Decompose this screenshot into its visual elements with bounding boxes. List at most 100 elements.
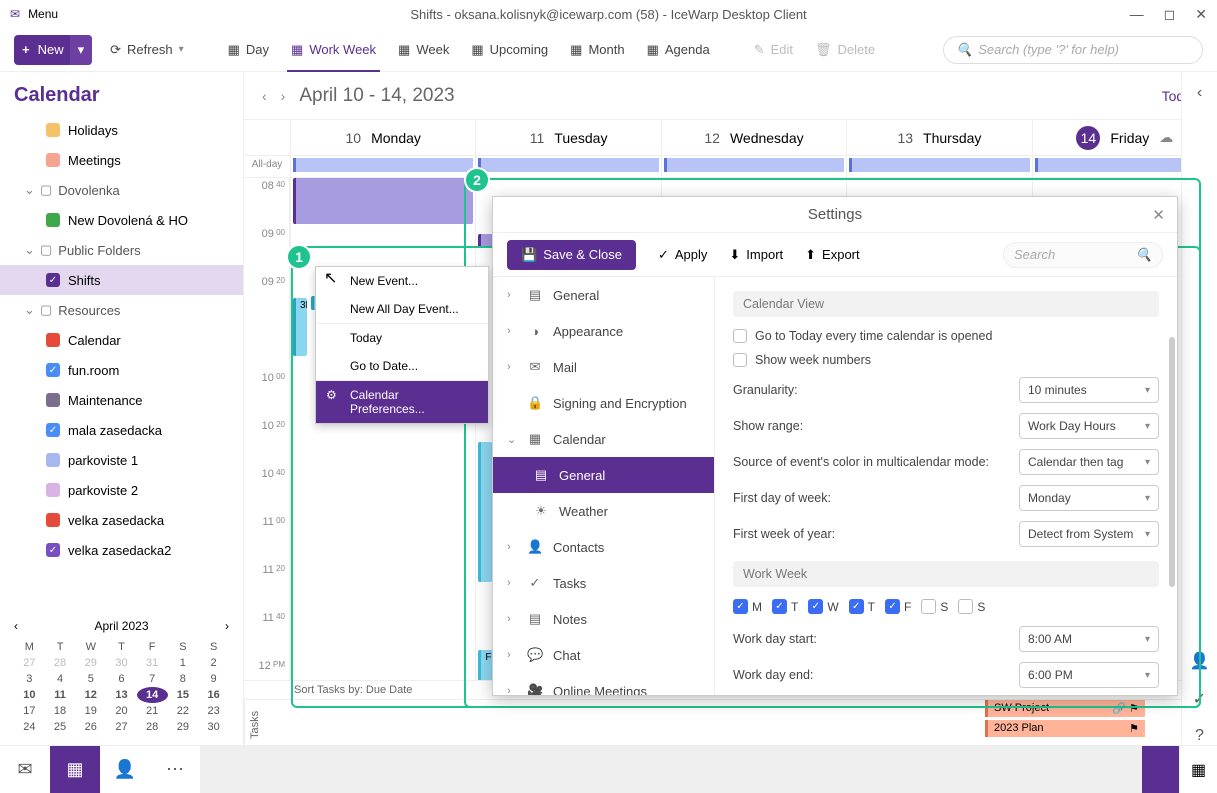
export-button[interactable]: ⬆Export: [805, 247, 859, 263]
menu-button[interactable]: Menu: [28, 7, 58, 21]
snav-mail[interactable]: ›✉Mail: [493, 349, 714, 385]
day-f[interactable]: ✓F: [885, 599, 911, 614]
nav-contacts[interactable]: 👤: [100, 746, 150, 793]
select-work-end[interactable]: 6:00 PM▾: [1019, 662, 1159, 688]
save-close-button[interactable]: 💾Save & Close: [507, 240, 636, 270]
event-block[interactable]: 3D: [293, 298, 307, 356]
sidebar-item-park2[interactable]: parkoviste 2: [0, 475, 243, 505]
select-first-woy[interactable]: Detect from System▾: [1019, 521, 1159, 547]
snav-cal-general[interactable]: ▤General: [493, 457, 714, 493]
settings-close[interactable]: ✕: [1152, 206, 1165, 224]
day-header-mon[interactable]: 10Monday: [290, 120, 475, 155]
snav-appearance[interactable]: ›◑Appearance: [493, 313, 714, 349]
view-day[interactable]: ▦Day: [224, 36, 273, 64]
ctx-new-allday[interactable]: New All Day Event...: [316, 295, 488, 323]
sidebar-item-mala[interactable]: ✓mala zasedacka: [0, 415, 243, 445]
close-button[interactable]: ✕: [1195, 6, 1207, 23]
sidebar-item-holidays[interactable]: Holidays: [0, 115, 243, 145]
select-first-dow[interactable]: Monday▾: [1019, 485, 1159, 511]
opt-show-week-numbers[interactable]: Show week numbers: [733, 353, 1159, 367]
day-header-tue[interactable]: 11Tuesday: [475, 120, 660, 155]
day-w[interactable]: ✓W: [808, 599, 838, 614]
select-granularity[interactable]: 10 minutes▾: [1019, 377, 1159, 403]
scrollbar[interactable]: [1169, 337, 1175, 587]
nav-mail[interactable]: ✉: [0, 746, 50, 793]
minimize-button[interactable]: ―: [1130, 6, 1144, 23]
snav-online[interactable]: ›🎥Online Meetings: [493, 673, 714, 695]
day-header-wed[interactable]: 12Wednesday: [661, 120, 846, 155]
apply-button[interactable]: ✓Apply: [658, 247, 707, 263]
next-week[interactable]: ›: [281, 88, 286, 104]
sidebar-item-shifts[interactable]: ✓Shifts: [0, 265, 243, 295]
day-s[interactable]: S: [921, 599, 948, 614]
sidebar-folder-dovolenka[interactable]: ⌄▢Dovolenka: [0, 175, 243, 205]
next-month[interactable]: ›: [225, 619, 229, 633]
snav-weather[interactable]: ☀Weather: [493, 493, 714, 529]
allday-event[interactable]: [293, 158, 473, 172]
prev-month[interactable]: ‹: [14, 619, 18, 633]
ctx-today[interactable]: Today: [316, 324, 488, 352]
collapse-right-icon[interactable]: ‹: [1197, 84, 1202, 102]
allday-event[interactable]: [664, 158, 844, 172]
sidebar-folder-public[interactable]: ⌄▢Public Folders: [0, 235, 243, 265]
task-2023-plan[interactable]: 2023 Plan⚑: [985, 720, 1145, 737]
search-input[interactable]: 🔍 Search (type '?' for help): [943, 36, 1203, 64]
ctx-goto-date[interactable]: Go to Date...: [316, 352, 488, 380]
check-icon[interactable]: ✓: [1193, 689, 1206, 709]
opt-goto-today[interactable]: Go to Today every time calendar is opene…: [733, 329, 1159, 343]
allday-event[interactable]: [849, 158, 1029, 172]
event-block[interactable]: [293, 178, 473, 224]
view-work-week[interactable]: ▦Work Week: [287, 36, 380, 72]
sidebar-item-new-dovolena[interactable]: New Dovolená & HO: [0, 205, 243, 235]
maximize-button[interactable]: ◻: [1164, 6, 1176, 23]
new-button[interactable]: + New ▾: [14, 35, 92, 65]
select-show-range[interactable]: Work Day Hours▾: [1019, 413, 1159, 439]
prev-week[interactable]: ‹: [262, 88, 267, 104]
view-week[interactable]: ▦Week: [394, 36, 453, 64]
import-button[interactable]: ⬇Import: [729, 247, 783, 263]
nav-more[interactable]: ⋯: [150, 746, 200, 793]
sidebar-item-park1[interactable]: parkoviste 1: [0, 445, 243, 475]
select-work-start[interactable]: 8:00 AM▾: [1019, 626, 1159, 652]
edit-button[interactable]: ✎Edit: [750, 36, 797, 64]
snav-tasks[interactable]: ›✓Tasks: [493, 565, 714, 601]
sidebar-folder-resources[interactable]: ⌄▢Resources: [0, 295, 243, 325]
day-t[interactable]: ✓T: [772, 599, 798, 614]
new-dropdown[interactable]: ▾: [70, 35, 93, 65]
snav-contacts[interactable]: ›👤Contacts: [493, 529, 714, 565]
sidebar-item-velka[interactable]: velka zasedacka: [0, 505, 243, 535]
sidebar-item-calendar[interactable]: Calendar: [0, 325, 243, 355]
snav-general[interactable]: ›▤General: [493, 277, 714, 313]
task-sw-project[interactable]: SW Project🔗 ⚑: [985, 700, 1145, 717]
nav-right-panel[interactable]: [1141, 746, 1179, 793]
allday-event[interactable]: [478, 158, 658, 172]
sidebar-item-maintenance[interactable]: Maintenance: [0, 385, 243, 415]
nav-calendar[interactable]: ▦: [50, 746, 100, 793]
sidebar-item-meetings[interactable]: Meetings: [0, 145, 243, 175]
people-icon[interactable]: 👤: [1190, 651, 1210, 671]
day-header-thu[interactable]: 13Thursday: [846, 120, 1031, 155]
settings-search[interactable]: Search🔍: [1003, 242, 1163, 268]
delete-button[interactable]: 🗑Delete: [811, 36, 879, 64]
ctx-calendar-preferences[interactable]: Calendar Preferences...: [316, 381, 488, 423]
day-col-mon[interactable]: 3D: [290, 178, 475, 680]
day-s2[interactable]: S: [958, 599, 985, 614]
select-color-source[interactable]: Calendar then tag▾: [1019, 449, 1159, 475]
day-m[interactable]: ✓M: [733, 599, 762, 614]
sidebar-item-funroom[interactable]: ✓fun.room: [0, 355, 243, 385]
snav-calendar[interactable]: ⌄▦Calendar: [493, 421, 714, 457]
view-month[interactable]: ▦Month: [566, 36, 628, 64]
refresh-button[interactable]: ⟳ Refresh ▾: [106, 36, 187, 64]
view-agenda[interactable]: ▦Agenda: [643, 36, 714, 64]
mini-calendar[interactable]: ‹April 2023› MTWTFSS 272829303112 345678…: [0, 609, 243, 745]
nav-mini-cal[interactable]: ▦: [1179, 746, 1217, 793]
day-t2[interactable]: ✓T: [849, 599, 875, 614]
tasks-tab[interactable]: Tasks: [244, 700, 265, 745]
event-block[interactable]: [478, 442, 492, 582]
help-icon[interactable]: ?: [1195, 727, 1204, 745]
snav-signing[interactable]: 🔒Signing and Encryption: [493, 385, 714, 421]
sidebar-item-velka2[interactable]: ✓velka zasedacka2: [0, 535, 243, 565]
snav-notes[interactable]: ›▤Notes: [493, 601, 714, 637]
ctx-new-event[interactable]: New Event...: [316, 267, 488, 295]
view-upcoming[interactable]: ▦Upcoming: [467, 36, 552, 64]
